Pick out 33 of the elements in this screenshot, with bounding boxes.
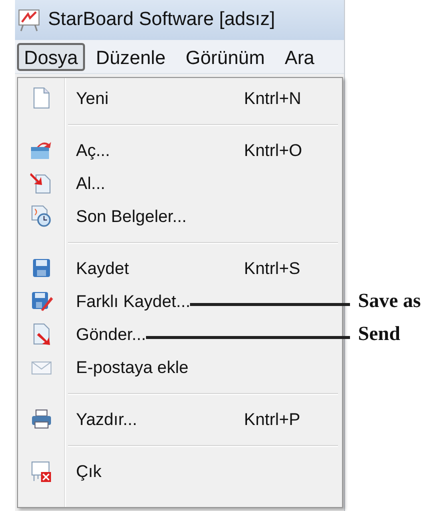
window-title: StarBoard Software [adsız] bbox=[48, 8, 276, 32]
menu-item[interactable]: Kaydet Kntrl+S bbox=[18, 252, 342, 285]
menu-item[interactable]: Yazdır... Kntrl+P bbox=[18, 403, 342, 436]
shortcut-label: Kntrl+S bbox=[244, 258, 300, 280]
annotation-label: Save as bbox=[358, 289, 421, 313]
shortcut-label: Kntrl+N bbox=[244, 88, 302, 110]
shortcut-label: Kntrl+P bbox=[244, 408, 300, 431]
whiteboard-icon bbox=[18, 8, 40, 32]
document-clock-icon bbox=[28, 204, 54, 229]
menu-bar-item[interactable]: Görünüm bbox=[176, 42, 274, 70]
menu-bar-item[interactable]: Dosya bbox=[17, 42, 85, 70]
window-x-icon bbox=[28, 459, 54, 484]
menu-item-label: Yeni bbox=[76, 88, 108, 110]
menu-item-label: Al... bbox=[76, 172, 106, 195]
menu-item[interactable]: E-postaya ekle bbox=[18, 351, 342, 384]
menu-item-label: Çık bbox=[76, 460, 102, 483]
menu-item-label: Aç... bbox=[76, 140, 110, 162]
menu-bar-item[interactable]: Düzenle bbox=[86, 42, 175, 70]
menu-item-label: Gönder... bbox=[76, 324, 146, 346]
menu-item-label: Farklı Kaydet... bbox=[76, 290, 190, 313]
menu-bar-item[interactable]: Ara bbox=[276, 42, 324, 70]
menu-item[interactable]: Çık bbox=[18, 455, 342, 488]
menu-item[interactable]: Aç... Kntrl+O bbox=[18, 134, 342, 167]
menu-item[interactable]: Al... bbox=[18, 167, 342, 200]
menu-item-label: E-postaya ekle bbox=[76, 356, 188, 379]
menu-item-label: Kaydet bbox=[76, 258, 129, 280]
document-arrow-icon bbox=[28, 171, 54, 196]
menu-item[interactable]: Yeni Kntrl+N bbox=[18, 82, 342, 115]
menu-item-label: Son Belgeler... bbox=[76, 206, 187, 228]
menu-item-label: Yazdır... bbox=[76, 408, 138, 431]
annotation-label: Send bbox=[358, 322, 400, 346]
shortcut-label: Kntrl+O bbox=[244, 140, 302, 162]
menu-item[interactable]: Son Belgeler... bbox=[18, 200, 342, 233]
